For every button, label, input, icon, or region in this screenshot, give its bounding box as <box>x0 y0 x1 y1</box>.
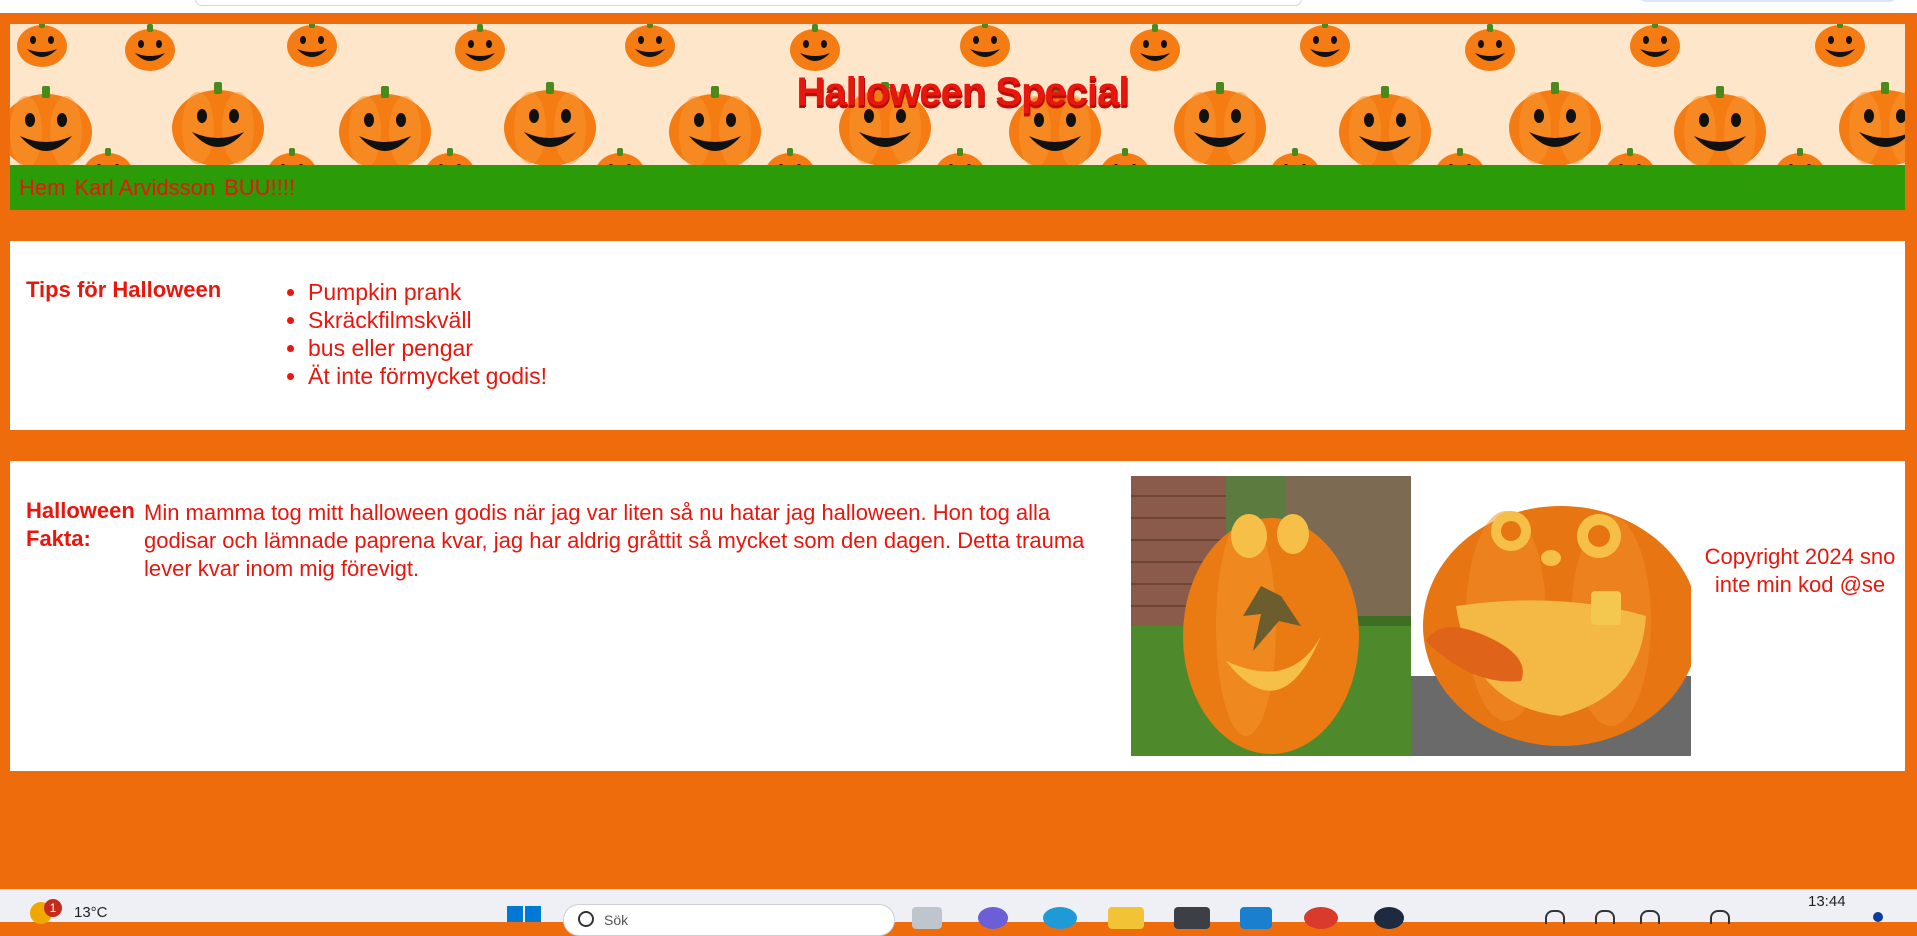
task-view-icon[interactable] <box>912 907 942 929</box>
sync-icon[interactable] <box>1545 910 1565 924</box>
wifi-icon[interactable] <box>1595 910 1615 924</box>
search-placeholder: Sök <box>604 912 629 928</box>
battery-icon[interactable] <box>1710 910 1730 924</box>
tongue-pumpkin-photo <box>1411 476 1691 756</box>
facts-heading: Halloween Fakta: <box>26 498 135 551</box>
weather-temperature: 13°C <box>74 904 108 921</box>
steam-icon[interactable] <box>1374 907 1404 929</box>
chat-app-icon[interactable] <box>978 907 1008 929</box>
windows-taskbar: 1 13°C Sök 13:44 <box>0 889 1917 936</box>
windows-logo-icon <box>507 906 523 922</box>
nav-link-karl-arvidsson[interactable]: Karl Arvidsson <box>74 175 215 201</box>
notification-badge: 1 <box>44 899 62 917</box>
nav-link-hem[interactable]: Hem <box>19 175 65 201</box>
address-bar[interactable] <box>195 0 1302 6</box>
edge-browser-icon[interactable] <box>1043 907 1077 929</box>
copyright-text: Copyright 2024 sno inte min kod @se <box>1704 544 1896 597</box>
main-nav: Hem Karl Arvidsson BUU!!!! <box>10 165 1905 210</box>
tips-heading: Tips för Halloween <box>26 277 222 302</box>
list-item: Pumpkin prank <box>308 278 547 306</box>
facts-paragraph: Min mamma tog mitt halloween godis när j… <box>144 500 1085 581</box>
file-explorer-icon[interactable] <box>1108 907 1144 929</box>
start-button[interactable] <box>507 906 543 926</box>
tips-section: Tips för Halloween Pumpkin prank Skräckf… <box>10 241 1905 430</box>
carved-pumpkin-photo <box>1131 476 1411 756</box>
windows-logo-icon-part <box>525 906 541 922</box>
chrome-browser-icon[interactable] <box>1304 907 1338 929</box>
search-icon <box>578 911 594 927</box>
list-item: Ät inte förmycket godis! <box>308 362 547 390</box>
tips-list: Pumpkin prank Skräckfilmskväll bus eller… <box>298 278 547 390</box>
browser-profile-pill[interactable] <box>1640 0 1895 2</box>
page-title: Halloween Special <box>796 70 1129 114</box>
volume-icon[interactable] <box>1640 910 1660 924</box>
vscode-icon[interactable] <box>1240 907 1272 929</box>
terminal-icon[interactable] <box>1174 907 1210 929</box>
taskbar-search-input[interactable]: Sök <box>563 904 895 936</box>
pumpkin-row-top <box>17 24 1865 71</box>
taskbar-clock[interactable]: 13:44 <box>1808 893 1846 910</box>
nav-link-buu[interactable]: BUU!!!! <box>224 175 295 201</box>
list-item: Skräckfilmskväll <box>308 306 547 334</box>
facts-section: Halloween Fakta: Min mamma tog mitt hall… <box>10 461 1905 771</box>
header-banner: Halloween Special <box>10 24 1905 165</box>
list-item: bus eller pengar <box>308 334 547 362</box>
browser-toolbar-edge <box>0 0 1917 13</box>
